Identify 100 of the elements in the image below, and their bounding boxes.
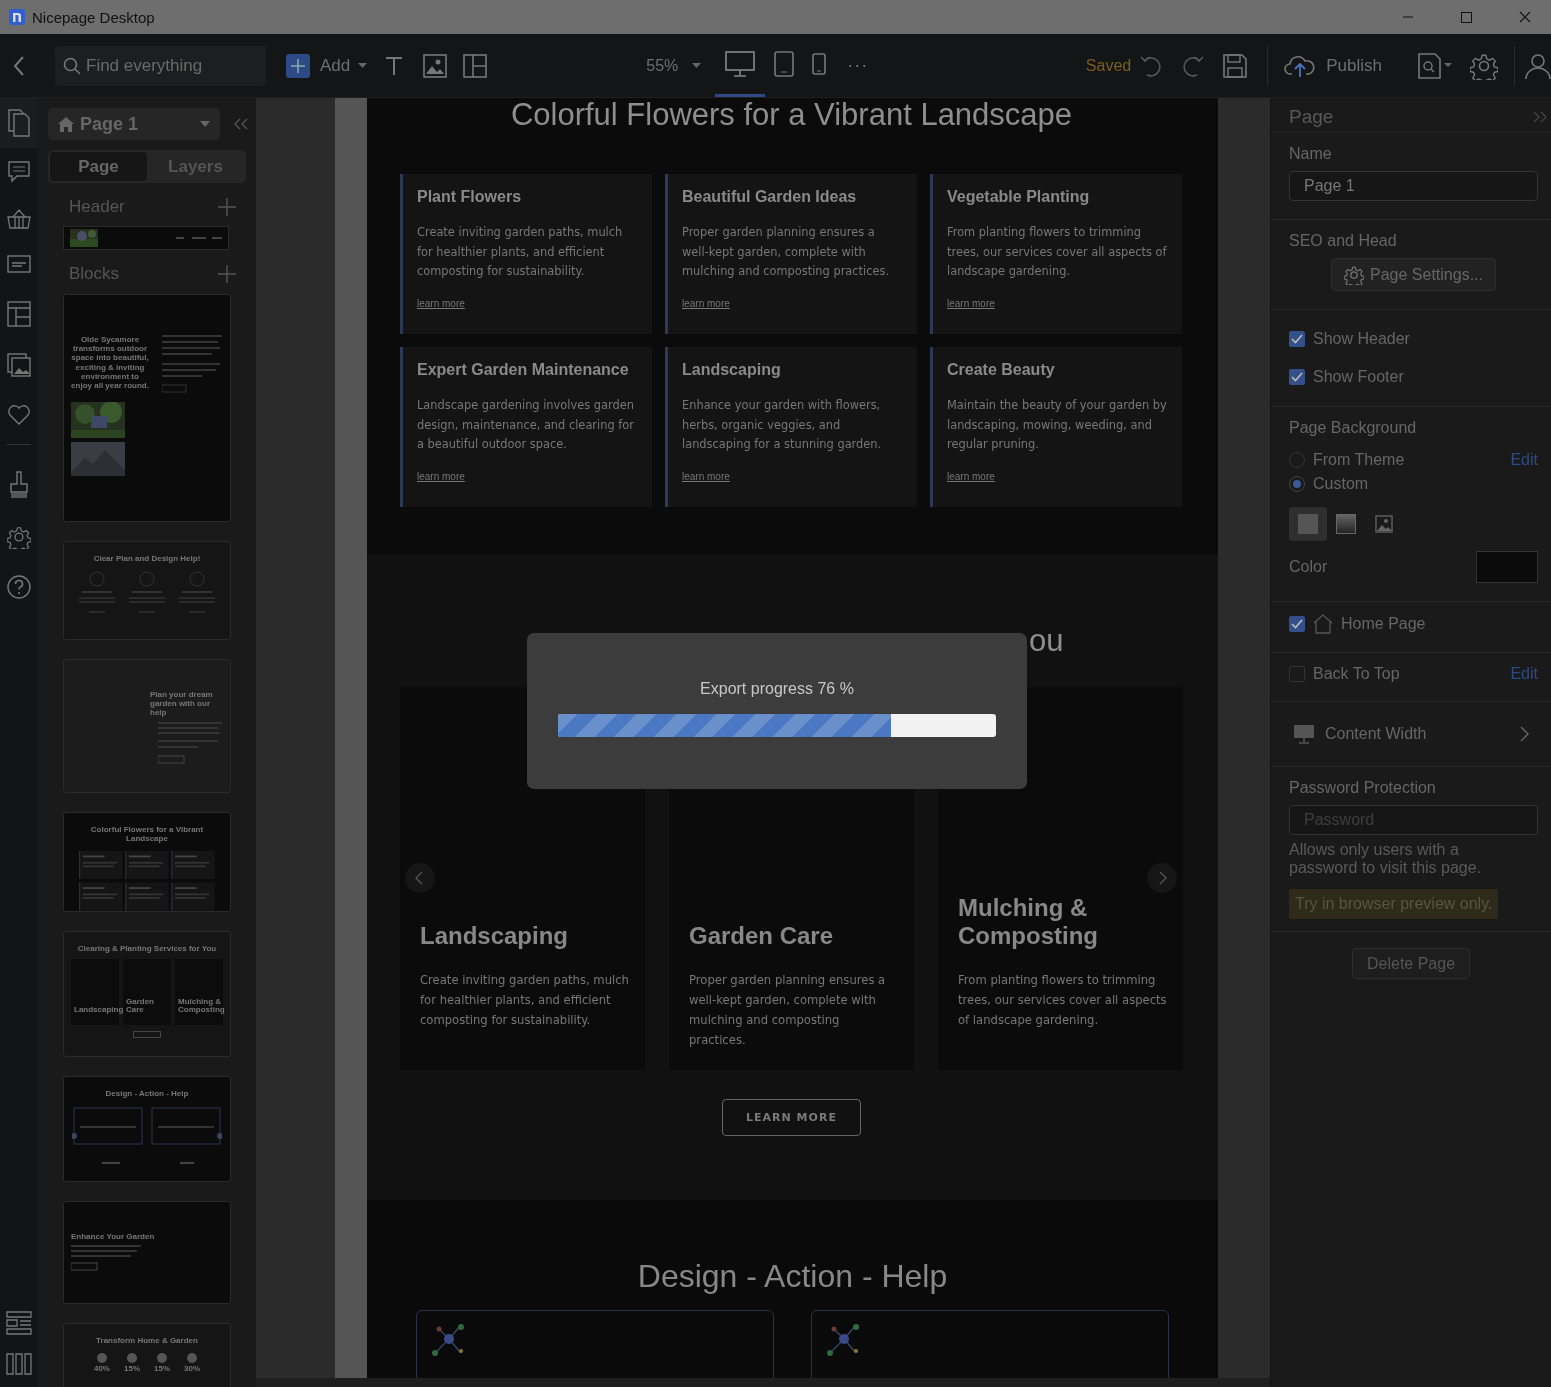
thumbnail-label: 40% bbox=[93, 1365, 110, 1374]
block-thumbnail[interactable]: Design - Action - Help bbox=[63, 1076, 231, 1182]
horizontal-scrollbar[interactable] bbox=[256, 1378, 1270, 1387]
collapse-icon[interactable] bbox=[234, 118, 248, 130]
gallery-icon[interactable] bbox=[7, 353, 31, 377]
color-background-tab[interactable] bbox=[1289, 507, 1327, 541]
user-icon[interactable] bbox=[1525, 52, 1551, 79]
thumbnail-title: Clearing & Planting Services for You bbox=[77, 944, 217, 954]
settings-icon bbox=[1344, 264, 1364, 285]
block-thumbnail[interactable]: Enhance Your Garden bbox=[63, 1201, 231, 1304]
thumbnail-label: Mulching & Composting bbox=[178, 997, 225, 1016]
search-icon bbox=[63, 56, 81, 75]
publish-button[interactable]: Publish bbox=[1284, 53, 1382, 78]
card-text: Proper garden planning ensures a well-kept garden, complete with mulching and composting practices. bbox=[689, 972, 887, 1049]
pages-icon[interactable] bbox=[8, 109, 30, 137]
card-text: Create inviting garden paths, mulch for healthier plants, and efficient composting for sustainability. bbox=[417, 224, 624, 280]
block-thumbnail[interactable]: Plan your dream garden with our help bbox=[63, 659, 231, 793]
layout-icon[interactable] bbox=[7, 301, 31, 327]
back-icon[interactable] bbox=[12, 54, 26, 77]
add-icon[interactable] bbox=[286, 53, 310, 78]
thumbnail-title: Plan your dream garden with our help bbox=[150, 690, 214, 718]
thumbnail-title: Transform Home & Garden bbox=[96, 1336, 198, 1346]
window-title: Nicepage Desktop bbox=[32, 8, 155, 26]
panel-tab[interactable]: Page bbox=[50, 152, 147, 181]
field-label: Color bbox=[1289, 558, 1328, 576]
maximize-icon[interactable] bbox=[1461, 11, 1472, 23]
card-title: Plant Flowers bbox=[417, 188, 523, 206]
content-width-row[interactable]: Content Width bbox=[1271, 702, 1551, 767]
learn-more-link[interactable]: learn more bbox=[947, 470, 995, 482]
header-thumbnail[interactable] bbox=[63, 226, 229, 250]
chevron-right-icon bbox=[1519, 726, 1529, 742]
block-thumbnail[interactable]: Clear Plan and Design Help! bbox=[63, 541, 231, 640]
learn-more-link[interactable]: learn more bbox=[417, 297, 465, 309]
block-thumbnail[interactable]: Transform Home & Garden 40% 15% 15% 30% bbox=[63, 1323, 231, 1387]
settings-icon[interactable] bbox=[1470, 51, 1498, 80]
thumbnail-title: Olde Sycamore transforms outdoor space into beautiful, exciting & inviting environment to enjoy all year round. bbox=[71, 335, 149, 391]
learn-more-link[interactable]: learn more bbox=[682, 470, 730, 482]
radio-label: From Theme bbox=[1313, 451, 1405, 469]
learn-more-button[interactable]: LEARN MORE bbox=[722, 1099, 861, 1136]
caret-icon bbox=[358, 62, 368, 69]
section-title: Design - Action - Help bbox=[637, 1257, 948, 1296]
comment-icon[interactable] bbox=[8, 161, 30, 183]
zoom-level[interactable]: 55% bbox=[646, 56, 679, 75]
checkbox[interactable] bbox=[1289, 666, 1305, 682]
stat-circle-icon bbox=[96, 1353, 107, 1364]
heart-icon[interactable] bbox=[7, 403, 31, 425]
button-drawing bbox=[133, 1031, 161, 1039]
section-title: ou bbox=[1029, 623, 1064, 659]
checkbox-label: Home Page bbox=[1341, 615, 1426, 633]
page-dropdown[interactable]: Page 1 bbox=[48, 108, 220, 140]
card-text: Landscape gardening involves garden design, maintenance, and clearing for a beautiful outdoor space. bbox=[417, 397, 635, 453]
save-icon[interactable] bbox=[1223, 53, 1248, 78]
image-icon[interactable] bbox=[423, 53, 448, 78]
text-lines-drawing bbox=[71, 1245, 141, 1272]
preview-icon[interactable] bbox=[1418, 52, 1452, 79]
name-field[interactable]: Page 1 bbox=[1289, 171, 1538, 201]
learn-more-link[interactable]: learn more bbox=[682, 297, 730, 309]
layout-icon[interactable] bbox=[463, 53, 488, 78]
section-title: Colorful Flowers for a Vibrant Landscape bbox=[509, 98, 1074, 132]
card-title: Vegetable Planting bbox=[947, 188, 1091, 206]
block-thumbnail[interactable]: Clearing & Planting Services for You Landscaping Garden Care Mulching & Composting bbox=[63, 931, 231, 1057]
progress-label: Export progress 76 % bbox=[700, 680, 854, 698]
caret-icon[interactable] bbox=[692, 62, 702, 69]
phone-icon bbox=[812, 53, 827, 75]
home-icon bbox=[58, 116, 74, 132]
field-label: Page Background bbox=[1289, 419, 1418, 437]
desktop-icon bbox=[1293, 724, 1315, 744]
learn-more-link[interactable]: learn more bbox=[947, 297, 995, 309]
expand-icon[interactable] bbox=[1533, 111, 1547, 123]
learn-more-link[interactable]: learn more bbox=[417, 470, 465, 482]
help-icon[interactable] bbox=[7, 575, 31, 599]
card-text: From planting flowers to trimming trees, our services cover all aspects of landscape gardening. bbox=[958, 972, 1167, 1029]
more-button[interactable]: ··· bbox=[847, 55, 869, 76]
search-field[interactable]: Find everything bbox=[55, 45, 266, 86]
brush-icon[interactable] bbox=[9, 471, 29, 499]
color-swatch[interactable] bbox=[1476, 551, 1538, 583]
checkbox[interactable] bbox=[1289, 616, 1305, 632]
block-icon[interactable] bbox=[7, 255, 31, 275]
columns-icon[interactable] bbox=[6, 1353, 32, 1375]
basket-icon[interactable] bbox=[7, 209, 31, 229]
block-thumbnail[interactable]: Olde Sycamore transforms outdoor space into beautiful, exciting & inviting environment to enjoy all year round. bbox=[63, 294, 231, 522]
settings-icon[interactable] bbox=[7, 525, 31, 549]
field-label: SEO and Head bbox=[1289, 232, 1398, 250]
thumbnail-label: Landscaping bbox=[74, 1006, 124, 1016]
add-button[interactable]: Add bbox=[320, 55, 368, 76]
card-title: Landscaping bbox=[682, 361, 782, 379]
page-settings-button[interactable]: Page Settings... bbox=[1331, 258, 1496, 291]
thumbnail-label: Garden Care bbox=[126, 997, 155, 1016]
stat-circle-icon bbox=[187, 1353, 197, 1364]
section-label: Blocks bbox=[69, 264, 120, 284]
block-thumbnail[interactable]: Colorful Flowers for a Vibrant Landscape bbox=[63, 812, 231, 912]
card-text: Create inviting garden paths, mulch for healthier plants, and efficient composting for sustainability. bbox=[420, 972, 629, 1029]
close-icon[interactable] bbox=[1519, 11, 1531, 23]
checkbox[interactable] bbox=[1289, 369, 1305, 385]
checkbox-label: Show Header bbox=[1313, 330, 1410, 348]
desktop-icon bbox=[725, 51, 756, 77]
thumbnail-label: 15% bbox=[124, 1365, 140, 1374]
cloud-upload-icon bbox=[1284, 53, 1317, 78]
checkbox[interactable] bbox=[1289, 331, 1305, 347]
sections-icon[interactable] bbox=[6, 1311, 32, 1335]
